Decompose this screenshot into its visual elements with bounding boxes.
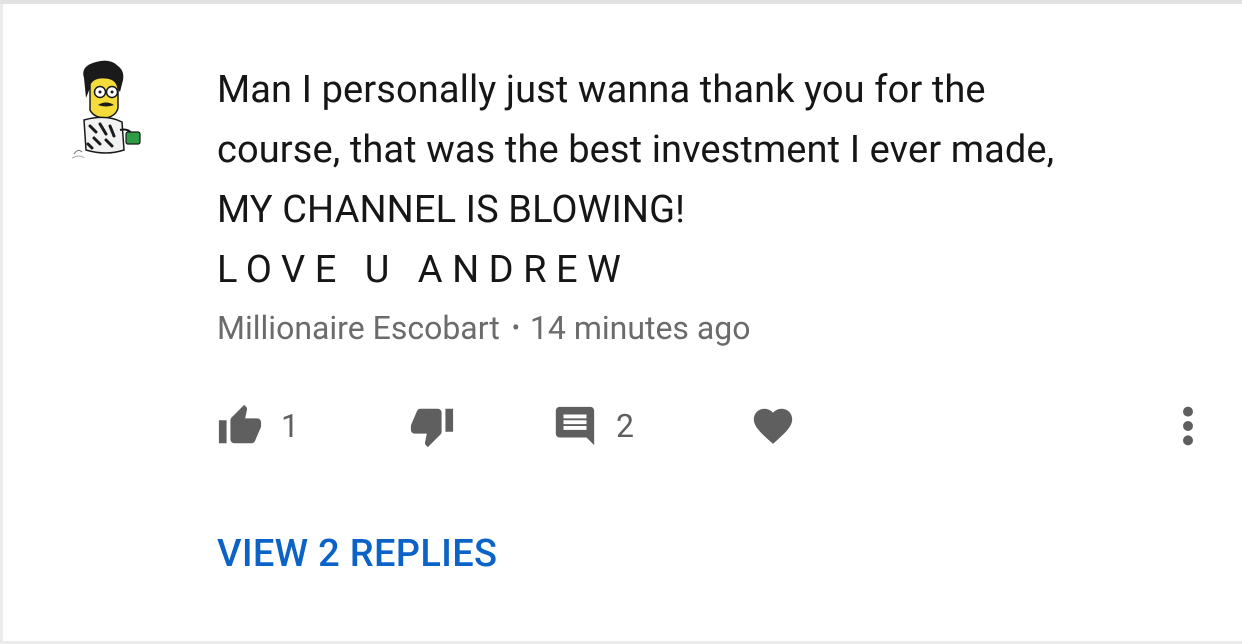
comment-item: Man I personally just wanna thank you fo…	[0, 0, 1242, 644]
reply-count: 2	[616, 407, 634, 445]
reply-button[interactable]: 2	[552, 396, 634, 456]
view-replies-link[interactable]: VIEW 2 REPLIES	[217, 530, 497, 578]
heart-icon	[753, 408, 793, 444]
dislike-button[interactable]	[409, 396, 455, 456]
comment-timestamp: 14 minutes ago	[529, 309, 751, 347]
comment-line: Man I personally just wanna thank you fo…	[217, 68, 986, 112]
comment-line: MY CHANNEL IS BLOWING!	[217, 188, 686, 232]
meta-separator: •	[511, 314, 520, 342]
avatar[interactable]	[70, 58, 146, 168]
avatar-image	[71, 60, 141, 159]
comment-meta: Millionaire Escobart • 14 minutes ago	[217, 308, 750, 348]
comment-icon	[555, 406, 595, 446]
more-vertical-icon	[1183, 406, 1193, 446]
like-count: 1	[281, 407, 299, 445]
heart-button[interactable]	[750, 396, 796, 456]
comment-line: LOVE U ANDREW	[217, 248, 631, 292]
thumb-down-icon	[410, 408, 454, 448]
author-name[interactable]: Millionaire Escobart	[217, 309, 500, 347]
comment-body: Man I personally just wanna thank you fo…	[217, 60, 1197, 300]
comment-actions: 1 2	[0, 396, 1242, 456]
thumb-up-icon	[218, 404, 262, 444]
comment-line: course, that was the best investment I e…	[217, 128, 1055, 172]
more-options-button[interactable]	[1168, 396, 1208, 456]
like-button[interactable]: 1	[217, 396, 299, 456]
